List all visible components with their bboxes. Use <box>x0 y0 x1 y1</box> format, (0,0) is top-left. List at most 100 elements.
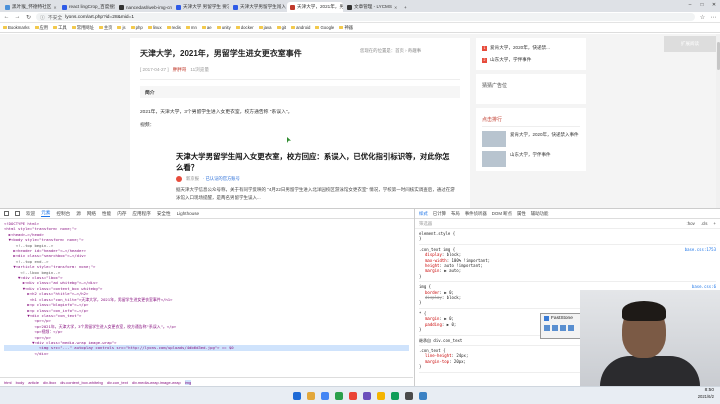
styles-tab[interactable]: 属性 <box>517 211 526 217</box>
bookmark-item[interactable]: java <box>258 25 272 30</box>
devtools-tab[interactable]: 元素 <box>41 210 51 217</box>
tab-close-icon[interactable]: ✕ <box>394 5 397 10</box>
menu-icon[interactable]: ⋯ <box>710 14 717 21</box>
scrollbar-thumb[interactable] <box>716 42 720 70</box>
bookmark-item[interactable]: git <box>276 25 286 30</box>
star-icon[interactable]: ☆ <box>699 14 706 21</box>
dom-crumb[interactable]: div.lbox <box>43 380 56 385</box>
browser-tab[interactable]: react lingCrop_百度搜索✕ <box>59 2 115 12</box>
filter-input[interactable]: 筛选器 <box>419 221 432 227</box>
sidebar-item[interactable]: 1 爱肯大学，2020年，快递禁... <box>482 42 580 54</box>
browser-tab[interactable]: nancedasl/web-img-crop✕ <box>116 2 172 12</box>
styles-tab[interactable]: 样式 <box>419 211 428 217</box>
bookmark-item[interactable]: 常用网址 <box>71 25 94 31</box>
bookmark-item[interactable]: unity <box>216 25 231 30</box>
styles-tab[interactable]: 辅助功能 <box>531 211 549 217</box>
bookmark-item[interactable]: Bookmarks <box>3 25 30 30</box>
devtools-tab[interactable]: 安全性 <box>157 211 171 217</box>
devtools-tab[interactable]: 性能 <box>102 211 111 217</box>
taskbar-app-icon[interactable] <box>335 391 343 400</box>
inspect-icon[interactable] <box>4 211 9 216</box>
article-author[interactable]: 胖胖哥 <box>173 67 187 73</box>
taskbar-app-icon[interactable] <box>349 391 357 400</box>
styles-tab[interactable]: 已计算 <box>433 211 446 217</box>
bookmark-item[interactable]: mn <box>185 25 197 30</box>
dom-node-line[interactable]: </div> <box>4 351 409 356</box>
devtools-tab[interactable]: Lighthouse <box>177 211 199 216</box>
taskbar-app-icon[interactable] <box>321 391 329 400</box>
filter-toggle-button[interactable]: :hov <box>687 221 695 226</box>
dom-crumb[interactable]: img <box>184 379 192 385</box>
elements-tree[interactable]: <!DOCTYPE html> <html style="transform: n… <box>0 219 413 377</box>
dom-crumb[interactable]: body <box>16 380 25 385</box>
faststone-toolbar[interactable]: FastStone <box>540 313 584 339</box>
taskbar-app-icon[interactable] <box>419 391 427 400</box>
bookmark-item[interactable]: 神器 <box>339 25 353 31</box>
bookmark-item[interactable]: 应用 <box>34 25 48 31</box>
capture-icon[interactable] <box>544 325 550 331</box>
taskbar-app-icon[interactable] <box>363 391 371 400</box>
devtools-tab[interactable]: 网络 <box>87 211 96 217</box>
devtools-tab[interactable]: 欢迎 <box>26 211 35 217</box>
address-bar: ← → ↻ ⓘ 不安全 lyons.com/art.php?id=28&mid=… <box>0 12 720 23</box>
page-scrollbar[interactable] <box>716 34 720 208</box>
embed-author[interactable]: 新京报 <box>186 176 199 182</box>
styles-filter[interactable]: 筛选器 :hov .cls + <box>415 219 720 229</box>
hot-item[interactable]: 山东大学，学伴事件 <box>482 151 580 167</box>
close-icon[interactable]: ✕ <box>708 0 720 10</box>
taskbar-app-icon[interactable] <box>293 391 301 400</box>
system-tray-clock[interactable]: 8:50 2021/6/2 <box>698 388 714 400</box>
styles-tab[interactable]: DOM 断点 <box>492 211 512 217</box>
new-tab-button[interactable]: + <box>401 2 411 12</box>
taskbar-app-icon[interactable] <box>307 391 315 400</box>
reload-icon[interactable]: ↻ <box>25 14 32 21</box>
browser-tab[interactable]: 天津大学 男留学生 要求女...搜索✕ <box>173 2 229 12</box>
browser-tab[interactable]: 天津大学男留学生闯入女宿✕ <box>230 2 286 12</box>
maximize-icon[interactable]: □ <box>696 0 708 10</box>
styles-tab[interactable]: 布局 <box>451 211 460 217</box>
browser-tab[interactable]: 黑叶猴_怀德特社区 ✕ <box>2 2 58 12</box>
bookmark-item[interactable]: android <box>291 25 310 30</box>
minimize-icon[interactable]: – <box>684 0 696 10</box>
filter-toggle-button[interactable]: .cls <box>701 221 708 226</box>
capture-window-icon[interactable] <box>560 325 566 331</box>
bookmark-item[interactable]: ae <box>201 25 212 30</box>
bookmark-item[interactable]: js <box>117 25 126 30</box>
filter-toggle-button[interactable]: + <box>713 221 716 226</box>
dom-crumb[interactable]: div.media-wrap.image-wrap <box>132 380 181 385</box>
record-icon[interactable] <box>568 325 574 331</box>
devtools-tab[interactable]: 内存 <box>117 211 126 217</box>
taskbar-app-icon[interactable] <box>405 391 413 400</box>
back-icon[interactable]: ← <box>3 14 10 20</box>
tab-close-icon[interactable]: ✕ <box>53 5 56 10</box>
browser-tab[interactable]: 天津大学，2021年，男留学生✕ <box>287 2 343 12</box>
devtools-tab[interactable]: 控制台 <box>56 211 70 217</box>
styles-tab[interactable]: 事件侦听器 <box>465 211 487 217</box>
rule-source-link[interactable]: base.css:6 <box>692 284 716 289</box>
devtools-tab[interactable]: 应用程序 <box>132 211 150 217</box>
bookmark-item[interactable]: linux <box>147 25 162 30</box>
bookmark-item[interactable]: 主页 <box>98 25 112 31</box>
taskbar-app-icon[interactable] <box>391 391 399 400</box>
bookmark-item[interactable]: docker <box>235 25 254 30</box>
bookmark-item[interactable]: Google <box>315 25 334 30</box>
bookmark-item[interactable]: redis <box>166 25 181 30</box>
taskbar-app-icon[interactable] <box>377 391 385 400</box>
hot-item[interactable]: 爱肯大学，2020年，快递禁入事件 <box>482 131 580 147</box>
dom-crumb[interactable]: article <box>28 380 39 385</box>
url-field[interactable]: ⓘ 不安全 lyons.com/art.php?id=28&mid=1 <box>36 13 695 21</box>
bookmark-item[interactable]: php <box>130 25 143 30</box>
bookmark-item[interactable]: 工具 <box>53 25 67 31</box>
device-toggle-icon[interactable] <box>15 211 20 216</box>
hot-item-text: 山东大学，学伴事件 <box>510 152 551 157</box>
forward-icon[interactable]: → <box>14 14 21 20</box>
dom-crumb[interactable]: div.con_text <box>107 380 128 385</box>
sidebar-item[interactable]: 2 山东大学，学伴事件 <box>482 54 580 66</box>
browser-tab[interactable]: 文章管理 - LYCMS ✕ <box>344 2 400 12</box>
dom-crumb[interactable]: div.content_box.whitebg <box>60 380 103 385</box>
capture-region-icon[interactable] <box>552 325 558 331</box>
extension-card[interactable]: 扩展阅读 <box>664 36 716 52</box>
devtools-tab[interactable]: 源 <box>76 211 81 217</box>
dom-crumb[interactable]: html <box>4 380 12 385</box>
rule-source-link[interactable]: base.css:1753 <box>685 247 716 252</box>
